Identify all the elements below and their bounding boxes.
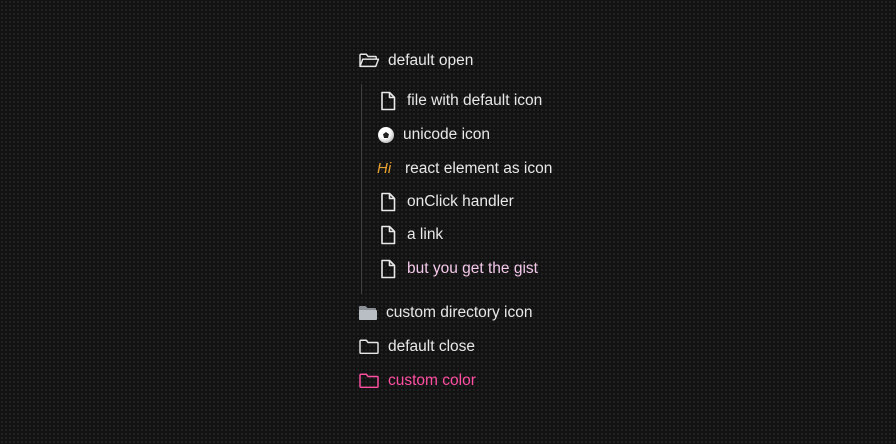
file-tree: default open file with default icon unic… xyxy=(358,44,658,398)
soccer-ball-icon xyxy=(377,125,395,145)
file-label: a link xyxy=(407,226,444,243)
file-label: onClick handler xyxy=(407,192,514,210)
file-label: unicode icon xyxy=(403,126,491,143)
file-label: file with default icon xyxy=(407,92,543,109)
file-item-default-icon[interactable]: file with default icon xyxy=(377,84,658,118)
folder-custom-color[interactable]: custom color xyxy=(358,364,658,398)
folder-closed-icon xyxy=(358,371,380,391)
file-icon xyxy=(377,192,399,212)
file-item-react-element[interactable]: Hi react element as icon xyxy=(377,152,658,185)
file-item-link[interactable]: a link xyxy=(377,218,658,252)
folder-custom-directory-icon[interactable]: custom directory icon xyxy=(358,296,658,330)
folder-default-open[interactable]: default open xyxy=(358,44,658,78)
file-item-unicode-icon[interactable]: unicode icon xyxy=(377,118,658,152)
folder-closed-icon xyxy=(358,337,380,357)
hi-text-icon: Hi xyxy=(377,159,397,179)
file-label: but you get the gist xyxy=(407,260,538,277)
file-icon xyxy=(377,259,399,279)
folder-children: file with default icon unicode icon Hi r… xyxy=(361,84,658,294)
file-label: react element as icon xyxy=(405,159,553,177)
folder-label: custom color xyxy=(388,372,476,389)
file-icon xyxy=(377,91,399,111)
folder-label: default open xyxy=(388,52,474,69)
folder-label: default close xyxy=(388,338,476,355)
file-item-gist[interactable]: but you get the gist xyxy=(377,252,658,286)
folder-emoji-icon xyxy=(358,303,378,323)
hi-icon-text: Hi xyxy=(377,159,392,177)
folder-default-close[interactable]: default close xyxy=(358,330,658,364)
folder-open-icon xyxy=(358,51,380,71)
folder-label: custom directory icon xyxy=(386,304,533,321)
file-icon xyxy=(377,225,399,245)
file-item-onclick[interactable]: onClick handler xyxy=(377,185,658,218)
